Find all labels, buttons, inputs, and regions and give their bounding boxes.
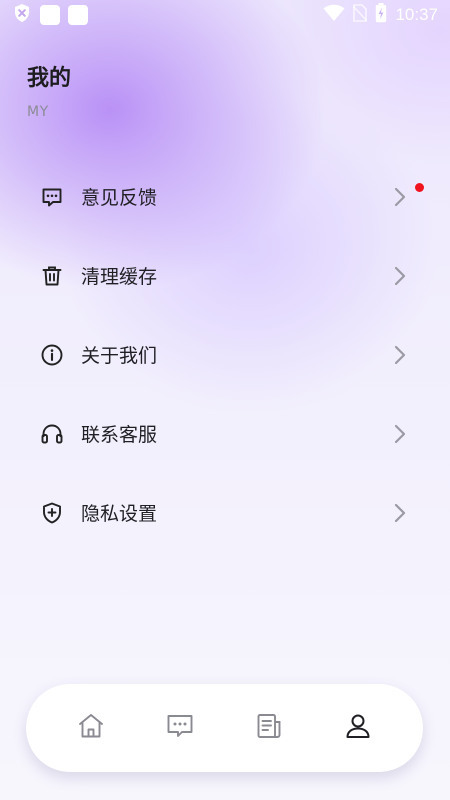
page-title: 我的 — [27, 66, 72, 91]
bottom-tab-bar — [26, 684, 423, 772]
tab-home[interactable] — [71, 708, 111, 748]
trash-icon — [40, 264, 64, 288]
app-icon — [68, 5, 88, 25]
menu-item-label: 联系客服 — [81, 424, 158, 446]
menu-item-clear-cache[interactable]: 清理缓存 — [0, 236, 450, 315]
menu-item-label: 隐私设置 — [81, 503, 158, 525]
chevron-right-icon — [392, 187, 408, 207]
menu-item-feedback[interactable]: 意见反馈 — [0, 157, 450, 236]
status-time: 10:37 — [395, 5, 438, 24]
menu-item-label: 关于我们 — [81, 345, 158, 367]
no-sim-icon — [352, 4, 369, 26]
notification-badge — [415, 183, 424, 192]
menu-item-label: 意见反馈 — [81, 187, 158, 209]
menu-item-contact-support[interactable]: 联系客服 — [0, 394, 450, 473]
menu-item-privacy-settings[interactable]: 隐私设置 — [0, 473, 450, 552]
profile-icon — [343, 711, 373, 745]
settings-menu: 意见反馈 清理缓存 关于我们 联系客服 隐私设置 — [0, 157, 450, 552]
chevron-right-icon — [392, 345, 408, 365]
tab-messages[interactable] — [160, 708, 200, 748]
feedback-icon — [40, 185, 64, 209]
info-icon — [40, 343, 64, 367]
home-icon — [76, 711, 106, 745]
headset-icon — [40, 422, 64, 446]
chevron-right-icon — [392, 266, 408, 286]
shield-plus-icon — [40, 501, 64, 525]
tab-news[interactable] — [249, 708, 289, 748]
shield-x-icon — [12, 3, 32, 27]
chevron-right-icon — [392, 503, 408, 523]
status-bar: 10:37 — [0, 0, 450, 30]
news-icon — [254, 711, 284, 745]
message-icon — [165, 711, 195, 745]
page-header: 我的 MY — [27, 60, 71, 120]
wifi-icon — [323, 4, 345, 26]
menu-item-about-us[interactable]: 关于我们 — [0, 315, 450, 394]
battery-charging-icon — [375, 3, 387, 27]
menu-item-label: 清理缓存 — [81, 266, 158, 288]
page-subtitle: MY — [27, 104, 49, 120]
chevron-right-icon — [392, 424, 408, 444]
tab-profile[interactable] — [338, 708, 378, 748]
app-icon — [40, 5, 60, 25]
